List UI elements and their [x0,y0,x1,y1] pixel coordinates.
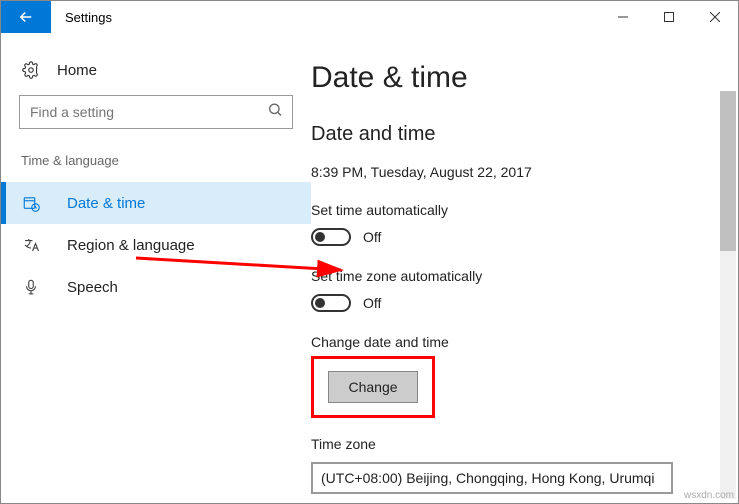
category-label: Time & language [1,147,311,182]
section-heading: Date and time [311,123,738,146]
search-icon [267,102,283,123]
search-input[interactable] [19,95,293,129]
minimize-button[interactable] [600,1,646,33]
set-tz-auto-toggle[interactable] [311,294,351,312]
sidebar-item-label: Date & time [67,195,145,212]
microphone-icon [21,278,41,296]
main-content: Date & time Date and time 8:39 PM, Tuesd… [311,33,738,503]
scroll-thumb[interactable] [720,91,736,251]
window-title: Settings [51,1,600,33]
change-button[interactable]: Change [328,371,418,403]
timezone-select[interactable]: (UTC+08:00) Beijing, Chongqing, Hong Kon… [311,462,673,494]
set-tz-auto-state: Off [363,295,381,311]
gear-icon [21,61,41,79]
watermark: wsxdn.com [684,490,734,501]
close-button[interactable] [692,1,738,33]
window-controls [600,1,738,33]
search-container [19,95,293,129]
set-tz-auto-label: Set time zone automatically [311,268,738,284]
home-label: Home [57,62,97,79]
titlebar: Settings [1,1,738,33]
sidebar-item-label: Speech [67,279,118,296]
set-time-auto-toggle[interactable] [311,228,351,246]
back-button[interactable] [1,1,51,33]
language-icon [21,236,41,254]
sidebar-item-speech[interactable]: Speech [1,266,311,308]
sidebar-item-region-language[interactable]: Region & language [1,224,311,266]
sidebar-item-date-time[interactable]: Date & time [1,182,311,224]
current-datetime: 8:39 PM, Tuesday, August 22, 2017 [311,164,738,180]
set-time-auto-label: Set time automatically [311,202,738,218]
maximize-button[interactable] [646,1,692,33]
sidebar-item-label: Region & language [67,237,195,254]
timezone-label: Time zone [311,436,738,452]
annotation-highlight: Change [311,356,435,418]
set-time-auto-state: Off [363,229,381,245]
timezone-value: (UTC+08:00) Beijing, Chongqing, Hong Kon… [321,470,654,486]
scrollbar[interactable] [720,91,736,499]
home-nav[interactable]: Home [1,53,311,87]
change-datetime-label: Change date and time [311,334,738,350]
page-title: Date & time [311,61,738,95]
calendar-clock-icon [21,194,41,212]
sidebar: Home Time & language Date & time Region … [1,33,311,503]
